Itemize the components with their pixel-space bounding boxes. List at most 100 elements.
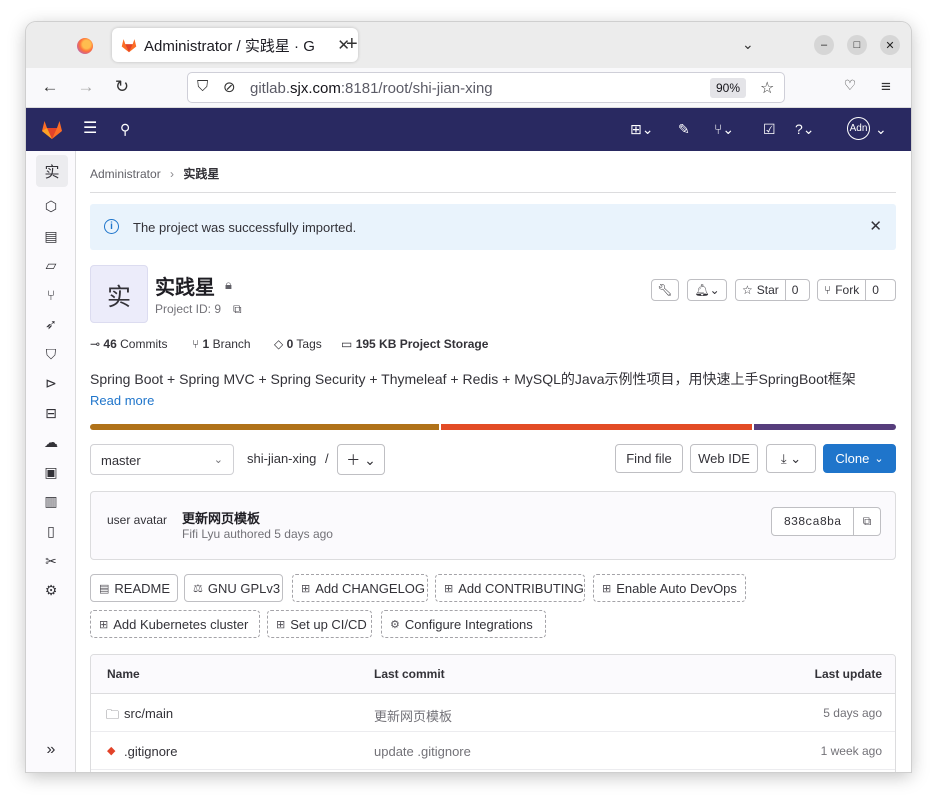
browser-tab-active[interactable]: Administrator / 实践星 · G ✕ (112, 28, 358, 62)
reload-icon[interactable]: ↻ (111, 77, 133, 97)
project-information-icon[interactable]: ⬡ (37, 192, 65, 220)
analytics-icon[interactable]: ▥ (37, 487, 65, 515)
set-up-cicd-button[interactable]: ⊞ Set up CI/CD (267, 610, 372, 638)
last-commit-link[interactable]: update .gitignore (374, 744, 471, 759)
notification-button[interactable]: 🔔︎⌄ (687, 279, 727, 301)
clone-label: Clone (835, 451, 870, 466)
firefox-view-tab[interactable] (70, 32, 100, 60)
add-to-tree-button[interactable]: ＋ ⌄ (337, 444, 385, 475)
new-tab-icon[interactable]: + (346, 34, 358, 54)
add-contributing-button[interactable]: ⊞ Add CONTRIBUTING (435, 574, 585, 602)
read-more-link[interactable]: Read more (90, 393, 154, 408)
branch-icon: ⑂ (192, 337, 200, 351)
create-new-icon[interactable]: ⊞⌄ (630, 120, 653, 138)
storage-stat[interactable]: ▭ 195 KB Project Storage (341, 337, 488, 351)
file-name-link[interactable]: src/main (124, 706, 173, 721)
search-icon[interactable]: ⚲ (120, 120, 130, 138)
download-button[interactable]: ⤓ ⌄ (766, 444, 816, 473)
file-icon: ▤ (99, 582, 110, 595)
infrastructure-icon[interactable]: ☁ (37, 428, 65, 456)
enable-auto-devops-button[interactable]: ⊞ Enable Auto DevOps (593, 574, 746, 602)
forward-icon[interactable]: → (75, 77, 97, 97)
language-bar-css[interactable] (754, 424, 896, 430)
help-icon[interactable]: ?⌄ (795, 120, 815, 138)
add-changelog-button[interactable]: ⊞ Add CHANGELOG (292, 574, 428, 602)
copy-project-id-icon[interactable]: ⧉ (233, 302, 242, 317)
url-bar[interactable]: ⛉ ⊘ gitlab.sjx.com:8181/root/shi-jian-xi… (187, 72, 785, 103)
merge-requests-sidebar-icon[interactable]: ⑂ (37, 281, 65, 309)
issues-icon[interactable]: ✎ (678, 120, 690, 138)
fork-button[interactable]: ⑂ Fork 0 (817, 279, 896, 301)
branches-stat[interactable]: ⑂ 1 Branch (192, 337, 251, 351)
window-close-icon[interactable]: ✕ (880, 35, 900, 55)
language-bar-html[interactable] (440, 424, 753, 430)
security-shield-icon[interactable]: ⛉ (37, 340, 65, 368)
readme-button[interactable]: ▤ README (90, 574, 178, 602)
web-ide-button[interactable]: Web IDE (690, 444, 758, 473)
commit-sha[interactable]: 838ca8ba (772, 508, 854, 535)
copy-sha-icon[interactable]: ⧉ (854, 508, 880, 535)
ci-cd-rocket-icon[interactable]: ➶ (37, 310, 65, 338)
tags-stat[interactable]: ◇ 0 Tags (274, 337, 322, 351)
breadcrumb-current[interactable]: 实践星 (183, 167, 219, 181)
fork-count[interactable]: 0 (865, 280, 885, 300)
license-button[interactable]: ⚖ GNU GPLv3 (184, 574, 283, 602)
maximize-icon[interactable]: □ (847, 35, 867, 55)
gear-icon: ⚙ (390, 618, 400, 631)
fork-label: Fork (835, 283, 860, 297)
language-bar-java[interactable] (90, 424, 439, 430)
snippets-scissors-icon[interactable]: ✂ (37, 547, 65, 575)
minimize-icon[interactable]: – (814, 35, 834, 55)
tab-list-chevron-icon[interactable]: ⌄ (742, 36, 754, 53)
find-file-button[interactable]: Find file (615, 444, 683, 473)
issues-sidebar-icon[interactable]: ▱ (37, 251, 65, 279)
branch-selector[interactable]: master ⌄ (90, 444, 234, 475)
app-menu-icon[interactable]: ≡ (875, 77, 897, 97)
packages-icon[interactable]: ⊟ (37, 399, 65, 427)
lock-insecure-icon[interactable]: ⊘ (223, 78, 236, 96)
clone-button[interactable]: Clone ⌄ (823, 444, 896, 473)
todos-icon[interactable]: ☑ (763, 120, 776, 138)
table-row[interactable]: ◆ .gitignore update .gitignore 1 week ag… (91, 732, 895, 770)
star-count[interactable]: 0 (784, 280, 805, 300)
repository-icon[interactable]: ▤ (37, 222, 65, 250)
sidebar-project-avatar[interactable]: 实 (36, 155, 68, 187)
configure-integrations-button[interactable]: ⚙ Configure Integrations (381, 610, 546, 638)
shield-icon[interactable]: ⛉ (197, 78, 208, 95)
branch-name: master (101, 453, 141, 468)
last-commit-panel: user avatar 更新网页模板 Fifi Lyu authored 5 d… (90, 491, 896, 560)
bookmark-star-icon[interactable]: ☆ (760, 78, 774, 98)
monitor-icon[interactable]: ▣ (37, 458, 65, 486)
file-name-link[interactable]: .gitignore (124, 744, 177, 759)
settings-gear-icon[interactable]: ⚙ (37, 576, 65, 604)
table-row[interactable]: 🗀︎ src/main 更新网页模板 5 days ago (91, 694, 895, 732)
merge-requests-icon[interactable]: ⑂⌄ (714, 120, 734, 138)
commit-author-avatar[interactable]: user avatar (107, 513, 167, 527)
last-update-time: 1 week ago (820, 744, 882, 758)
collapse-sidebar-icon[interactable]: » (37, 736, 65, 764)
gitlab-logo-icon[interactable] (40, 118, 64, 140)
commit-title[interactable]: 更新网页模板 (182, 508, 260, 527)
user-avatar[interactable]: Adn (847, 117, 870, 140)
user-menu-chevron-icon[interactable]: ⌄ (875, 120, 887, 138)
project-settings-wrench-button[interactable]: 🔧︎ (651, 279, 679, 301)
back-icon[interactable]: ← (39, 77, 61, 97)
star-button[interactable]: ☆ Star 0 (735, 279, 810, 301)
chevron-down-icon: ⌄ (874, 453, 884, 465)
alert-text: The project was successfully imported. (133, 220, 357, 235)
add-kubernetes-cluster-button[interactable]: ⊞ Add Kubernetes cluster (90, 610, 260, 638)
pocket-icon[interactable]: ♡ (839, 77, 861, 94)
last-commit-link[interactable]: 更新网页模板 (374, 706, 452, 725)
deployments-icon[interactable]: ⊳ (37, 369, 65, 397)
project-title: 实践星 (155, 277, 215, 299)
zoom-level[interactable]: 90% (710, 78, 747, 98)
url-text[interactable]: gitlab.sjx.com:8181/root/shi-jian-xing (250, 80, 493, 97)
dismiss-alert-icon[interactable]: ✕ (869, 217, 882, 235)
breadcrumb-parent[interactable]: Administrator (90, 167, 161, 181)
repo-root-link[interactable]: shi-jian-xing (247, 451, 316, 466)
commits-stat[interactable]: ⊸ 46 Commits (90, 337, 167, 351)
wiki-icon[interactable]: ▯ (37, 517, 65, 545)
chevron-down-icon: ⌄ (213, 454, 223, 466)
plus-square-icon: ⊞ (99, 618, 109, 631)
hamburger-menu-icon[interactable]: ☰ (83, 120, 97, 138)
